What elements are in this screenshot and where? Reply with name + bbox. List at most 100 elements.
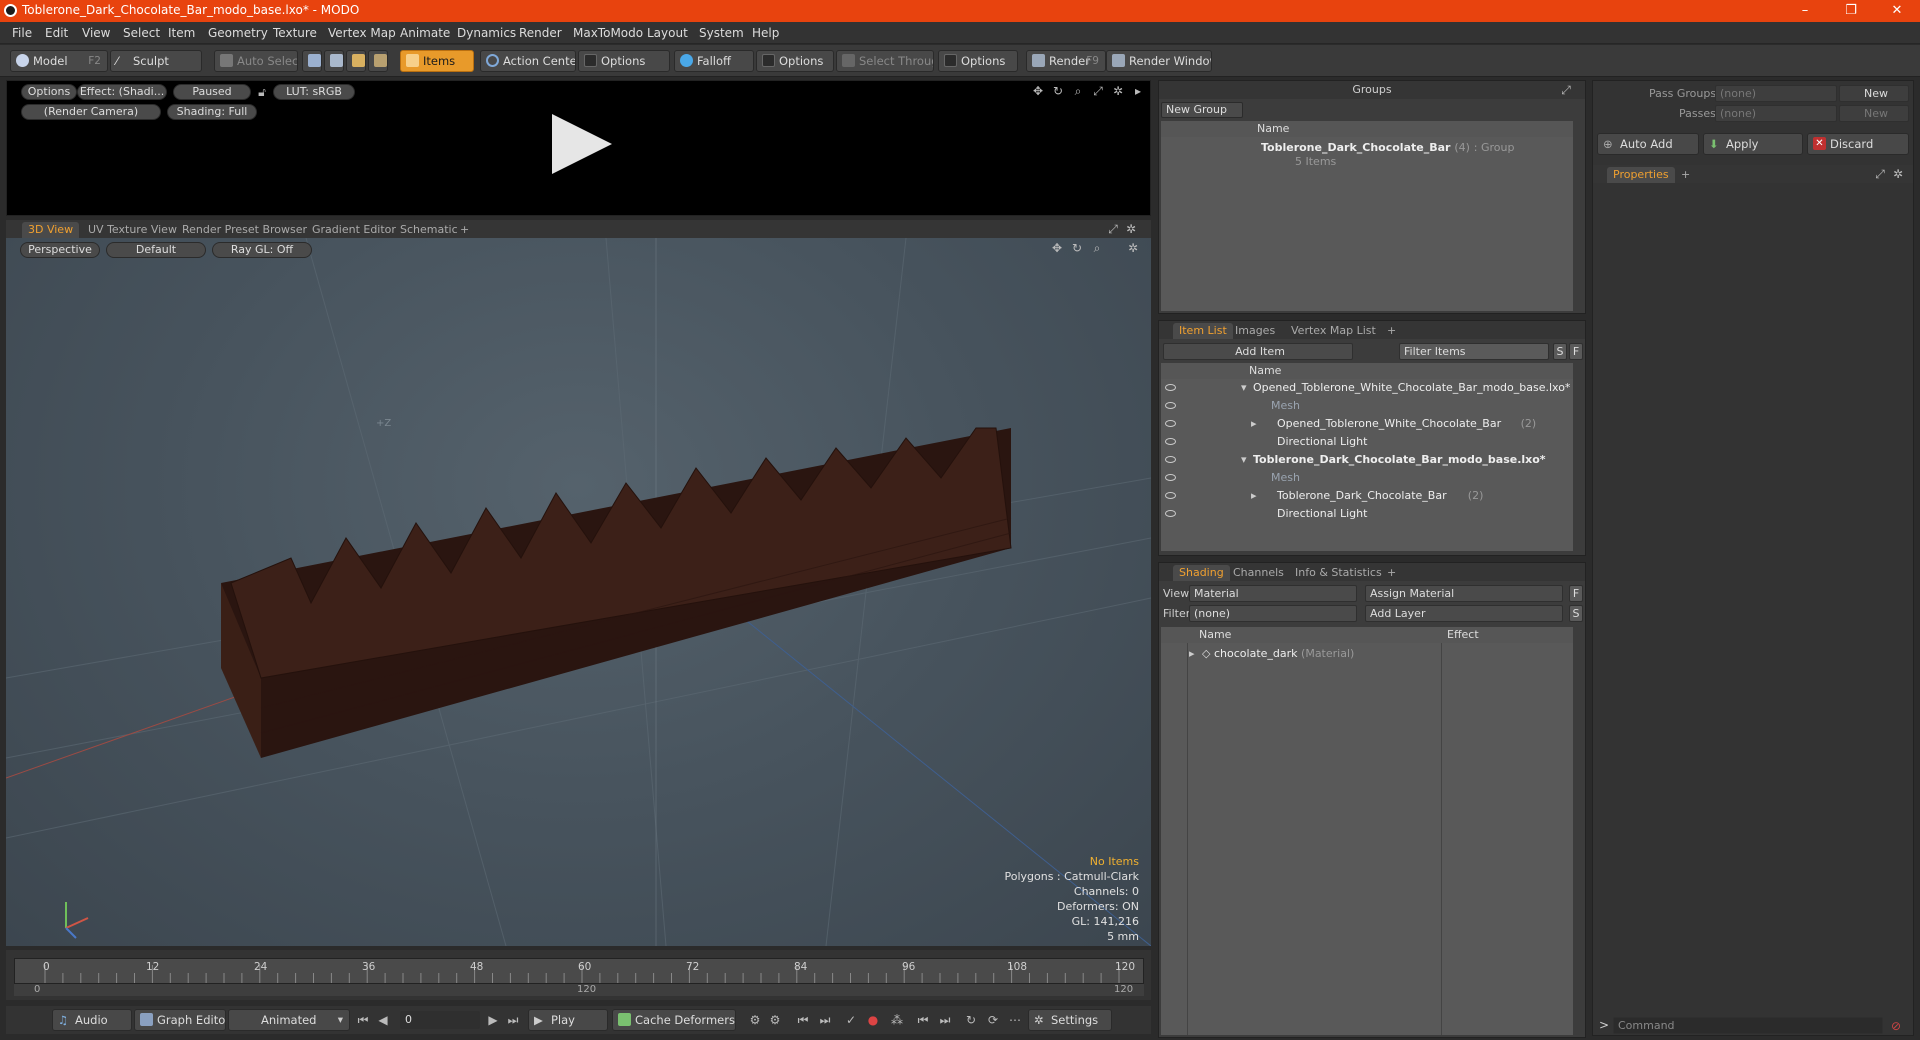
tab-3d-view[interactable]: 3D View — [22, 222, 80, 238]
auto-select-button[interactable]: Auto Select — [214, 50, 298, 72]
gear-icon[interactable]: ✲ — [1111, 84, 1125, 98]
item-list-row[interactable]: Directional Light — [1161, 505, 1573, 523]
select-materials-button[interactable] — [368, 50, 388, 72]
assign-material-button[interactable]: Assign Material — [1365, 585, 1563, 602]
auto-add-button[interactable]: ⊕ Auto Add — [1597, 133, 1699, 155]
loop-icon[interactable]: ↻ — [964, 1013, 978, 1027]
tab-properties[interactable]: Properties — [1607, 167, 1675, 183]
move-icon[interactable]: ✥ — [1050, 241, 1064, 255]
maximize-icon[interactable]: ⤢ — [1091, 84, 1105, 98]
add-item-dropdown[interactable]: Add Item — [1163, 343, 1353, 360]
3d-viewport[interactable]: Perspective Default Ray GL: Off +Z ✥ ↻ ⌕… — [6, 238, 1151, 946]
expand-arrow-icon[interactable]: ▸ — [1131, 84, 1145, 98]
item-list-row[interactable]: ▸ Opened_Toblerone_White_Chocolate_Bar (2) — [1161, 415, 1573, 433]
move-icon[interactable]: ✥ — [1031, 84, 1045, 98]
action-center-options-button[interactable]: Options — [578, 50, 670, 72]
menu-geometry[interactable]: Geometry — [208, 26, 268, 40]
new-group-button[interactable]: New Group — [1161, 102, 1243, 118]
falloff-options-button[interactable]: Options — [756, 50, 834, 72]
tab-item-list[interactable]: Item List — [1173, 323, 1233, 339]
new-pass-button[interactable]: New — [1839, 105, 1909, 122]
play-icon[interactable] — [547, 109, 617, 179]
menu-maxtomodo[interactable]: MaxToModo — [573, 26, 643, 40]
passes-dropdown[interactable]: (none) — [1715, 105, 1837, 122]
model-mode-button[interactable]: Model F2 — [10, 50, 108, 72]
add-layer-dropdown[interactable]: Add Layer — [1365, 605, 1563, 622]
falloff-button[interactable]: Falloff — [674, 50, 754, 72]
record-icon[interactable]: ● — [866, 1013, 880, 1027]
menu-system[interactable]: System — [699, 26, 744, 40]
tab-uv-texture-view[interactable]: UV Texture View — [82, 222, 183, 238]
lut-dropdown[interactable]: LUT: sRGB — [273, 84, 355, 100]
camera-dropdown[interactable]: (Render Camera) — [21, 104, 161, 120]
menu-dynamics[interactable]: Dynamics — [457, 26, 516, 40]
stop-icon[interactable]: ⊘ — [1889, 1019, 1903, 1033]
view-style-dropdown[interactable]: Default — [106, 242, 206, 258]
chevron-down-icon[interactable]: ▾ — [1241, 379, 1247, 397]
item-list-row[interactable]: ▸ Toblerone_Dark_Chocolate_Bar (2) — [1161, 487, 1573, 505]
rotate-icon[interactable]: ↻ — [1070, 241, 1084, 255]
visibility-eye-icon[interactable] — [1165, 456, 1176, 463]
play-button[interactable]: ▶ Play — [528, 1009, 608, 1031]
sculpt-mode-button[interactable]: ⁄ Sculpt — [110, 50, 202, 72]
sync-icon[interactable]: ⟳ — [986, 1013, 1000, 1027]
preview-options-button[interactable]: Options — [21, 84, 77, 100]
key-options-icon[interactable]: ⁂ — [890, 1013, 904, 1027]
timeline-range-bar[interactable]: 0 120 120 — [14, 984, 1144, 996]
graph-editor-button[interactable]: Graph Editor — [134, 1009, 226, 1031]
new-pass-group-button[interactable]: New — [1839, 85, 1909, 102]
add-tab-button[interactable]: + — [1675, 167, 1696, 183]
maximize-icon[interactable]: ⤢ — [1106, 222, 1120, 236]
visibility-eye-icon[interactable] — [1165, 474, 1176, 481]
render-button[interactable]: Render F9 — [1026, 50, 1106, 72]
skip-to-start-icon[interactable]: ⏮ — [356, 1013, 370, 1027]
frame-field[interactable]: 0 — [400, 1011, 480, 1029]
visibility-eye-icon[interactable] — [1165, 402, 1176, 409]
menu-select[interactable]: Select — [123, 26, 160, 40]
add-tab-button[interactable]: + — [1381, 565, 1402, 581]
tab-render-preset-browser[interactable]: Render Preset Browser — [176, 222, 313, 238]
gear-icon[interactable]: ✲ — [1126, 241, 1140, 255]
select-through-button[interactable]: Select Through — [836, 50, 934, 72]
restore-button[interactable]: ❐ — [1828, 0, 1874, 22]
zoom-icon[interactable]: ⌕ — [1090, 241, 1104, 255]
item-list-row[interactable]: Mesh — [1161, 397, 1573, 415]
expand-arrow-icon[interactable]: ▸ — [1251, 415, 1257, 433]
filter-f-button[interactable]: F — [1569, 343, 1583, 360]
menu-vertex-map[interactable]: Vertex Map — [328, 26, 396, 40]
expand-arrow-icon[interactable]: ▸ — [1251, 487, 1257, 505]
select-vertices-button[interactable] — [302, 50, 322, 72]
tab-channels[interactable]: Channels — [1227, 565, 1290, 581]
next-marker-icon[interactable]: ⏭ — [938, 1013, 952, 1027]
timeline-ruler[interactable]: 0 12 24 36 48 60 72 84 96 108 120 — [14, 958, 1144, 984]
maximize-icon[interactable]: ⤢ — [1873, 167, 1887, 181]
step-forward-icon[interactable]: ▶ — [486, 1013, 500, 1027]
tab-info-statistics[interactable]: Info & Statistics — [1289, 565, 1388, 581]
menu-texture[interactable]: Texture — [273, 26, 317, 40]
menu-edit[interactable]: Edit — [45, 26, 68, 40]
close-button[interactable]: ✕ — [1874, 0, 1920, 22]
shading-f-button[interactable]: F — [1569, 585, 1583, 602]
tab-images[interactable]: Images — [1229, 323, 1281, 339]
menu-item[interactable]: Item — [168, 26, 195, 40]
menu-view[interactable]: View — [82, 26, 110, 40]
menu-help[interactable]: Help — [752, 26, 779, 40]
select-edges-button[interactable] — [324, 50, 344, 72]
visibility-eye-icon[interactable] — [1165, 438, 1176, 445]
keyframe-icon[interactable]: ⚙ — [748, 1013, 762, 1027]
item-list-row[interactable]: Directional Light — [1161, 433, 1573, 451]
tab-vertex-map-list[interactable]: Vertex Map List — [1285, 323, 1382, 339]
visibility-eye-icon[interactable] — [1165, 510, 1176, 517]
tab-gradient-editor[interactable]: Gradient Editor — [306, 222, 402, 238]
maximize-icon[interactable]: ⤢ — [1559, 83, 1573, 97]
filter-items-input[interactable]: Filter Items — [1399, 343, 1549, 360]
visibility-eye-icon[interactable] — [1165, 492, 1176, 499]
view-perspective-dropdown[interactable]: Perspective — [20, 242, 100, 258]
audio-button[interactable]: ♫ Audio — [52, 1009, 132, 1031]
shading-s-button[interactable]: S — [1569, 605, 1583, 622]
select-polygons-button[interactable] — [346, 50, 366, 72]
settings-button[interactable]: ✲ Settings — [1028, 1009, 1112, 1031]
animated-dropdown[interactable]: Animated ▾ — [228, 1009, 350, 1031]
prev-key-icon[interactable]: ⏮ — [796, 1013, 810, 1027]
prev-marker-icon[interactable]: ⏮ — [916, 1013, 930, 1027]
